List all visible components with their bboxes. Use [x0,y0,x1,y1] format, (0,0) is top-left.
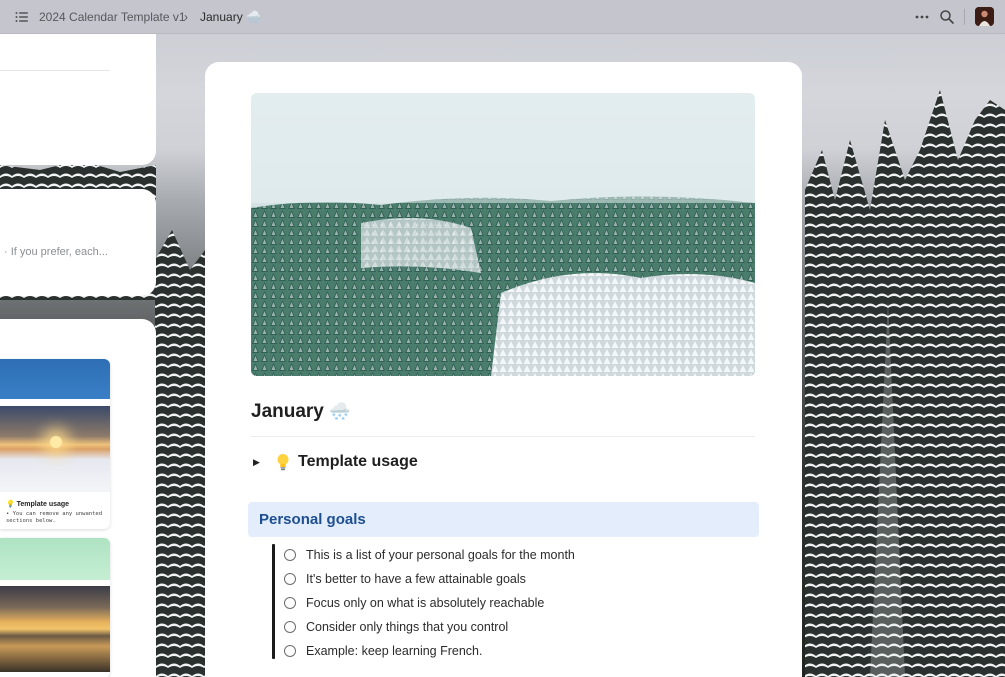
toggle-arrow-icon[interactable]: ▶ [253,457,263,468]
checkbox-circle-icon[interactable] [284,549,296,561]
page-title[interactable]: January 🌨️ [251,401,350,423]
thumbnail-photo [0,586,110,672]
search-icon[interactable] [938,8,956,26]
template-usage-toggle[interactable]: ▶ Template usage [251,450,418,474]
side-card-gallery: 💡 Template usage • You can remove any un… [0,319,156,677]
checkbox-circle-icon[interactable] [284,645,296,657]
checkbox-circle-icon[interactable] [284,573,296,585]
goal-text: Example: keep learning French. [306,644,483,658]
breadcrumb-parent[interactable]: 2024 Calendar Template v1 [39,10,186,24]
thumbnail-photo [0,406,110,492]
callout-title: Personal goals [259,511,366,528]
forest-cover-photo [251,93,755,376]
card-preview-text: · If you prefer, each... [4,246,108,258]
snow-cloud-emoji: 🌨️ [246,10,261,24]
toggle-label: Template usage [298,453,418,470]
goal-text: Focus only on what is absolutely reachab… [306,596,545,610]
side-card-top[interactable] [0,34,156,165]
list-item[interactable]: Focus only on what is absolutely reachab… [284,593,544,613]
avatar-image [975,7,994,26]
quote-bar [272,544,275,659]
thumbnail-text: • You can remove any unwanted sections b… [6,511,103,524]
more-icon[interactable] [913,8,931,26]
checkbox-circle-icon[interactable] [284,597,296,609]
goal-text: Consider only things that you control [306,620,509,634]
gallery-thumbnail-next[interactable] [0,538,110,677]
chevron-right-icon: › [184,10,188,24]
snow-cloud-emoji: 🌨️ [329,402,351,422]
cover-image[interactable] [251,93,755,376]
gallery-thumbnail-january[interactable]: 💡 Template usage • You can remove any un… [0,359,110,529]
thumbnail-cover [0,359,110,399]
thumbnail-cover [0,538,110,580]
page-title-text: January [251,401,324,422]
list-item[interactable]: It's better to have a few attainable goa… [284,569,526,589]
list-item[interactable]: This is a list of your personal goals fo… [284,545,575,565]
personal-goals-callout: Personal goals [248,502,759,537]
goal-text: This is a list of your personal goals fo… [306,548,575,562]
topbar-divider [964,9,965,25]
avatar[interactable] [975,7,994,26]
top-bar: 2024 Calendar Template v1 › January 🌨️ [0,0,1005,34]
title-divider [251,436,755,437]
breadcrumb-current-label: January [200,10,243,24]
checkbox-circle-icon[interactable] [284,621,296,633]
list-item[interactable]: Example: keep learning French. [284,641,482,661]
page-content: January 🌨️ ▶ Template usage Personal goa… [205,62,802,677]
goal-text: It's better to have a few attainable goa… [306,572,526,586]
list-item[interactable]: Consider only things that you control [284,617,508,637]
lightbulb-icon [277,454,289,471]
breadcrumb-current[interactable]: January 🌨️ [200,10,261,24]
menu-icon[interactable] [14,9,30,25]
side-card-middle[interactable]: · If you prefer, each... [0,189,156,296]
thumbnail-title: 💡 Template usage [6,501,70,508]
divider [0,70,110,71]
